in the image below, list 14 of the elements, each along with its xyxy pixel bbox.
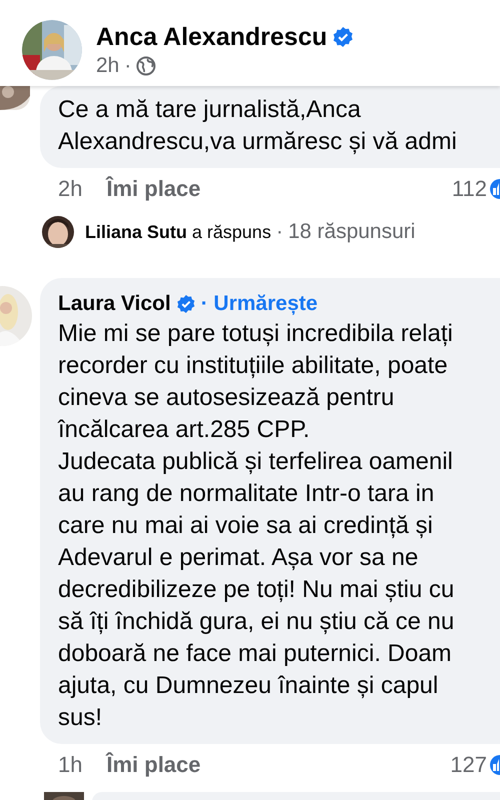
comment-time: 2h [58,176,82,202]
like-link[interactable]: Îmi place [106,176,201,202]
reaction-count[interactable]: 112 [452,176,487,202]
author-name[interactable]: Anca Alexandrescu [96,22,328,52]
like-link[interactable]: Îmi place [106,752,201,778]
post-time: 2h [96,54,120,78]
separator-dot: · [124,54,132,78]
comment-text: Mie mi se pare totuși incredibila relați recorder cu instituțiile abilitate, poate cineva se autosesizează pentru încălcarea art.285 CPP. Judecata publică și terfelirea oamenil au rang de normalitate Intr-o tara in care nu mai ai voie sa ai credință și Adevarul e perimat. Așa vor sa ne decredibilizeze pe toți! Nu mai știu cu să îți închidă gura, ei nu știu că ce nu doboară ne face mai puternici. Doam ajuta, cu Dumnezeu înainte și capul sus! [58,319,456,733]
comment-text: Ce a mă tare jurnalistă,Anca Alexandrescu,va urmăresc și vă admi [58,95,458,157]
commenter-name[interactable]: Laura Vicol [58,292,171,316]
comment-time: 1h [58,752,82,778]
replies-link[interactable]: Liliana Sutu a răspuns · 18 răspunsuri [42,216,500,248]
follow-link[interactable]: · Urmărește [200,292,318,316]
reaction-count[interactable]: 127 [450,752,487,778]
